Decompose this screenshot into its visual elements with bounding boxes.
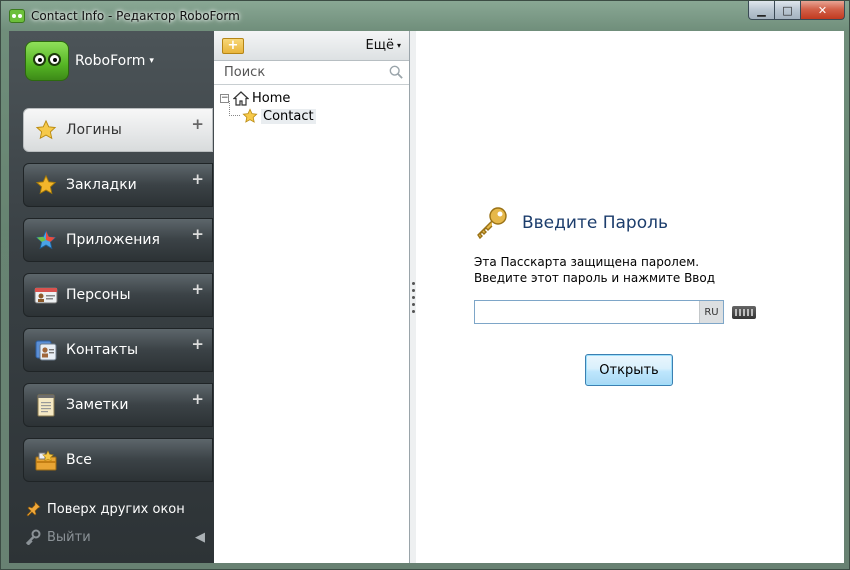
minimize-button[interactable]: ▁ — [748, 1, 775, 20]
contacts-icon — [34, 339, 58, 361]
sidebar-item-identities[interactable]: Персоны + — [23, 273, 213, 317]
chevron-down-icon: ▾ — [149, 56, 154, 66]
app-window: Contact Info - Редактор RoboForm ▁ □ ✕ R… — [0, 0, 850, 570]
folder-tree: − Home Contact — [214, 85, 409, 125]
tree-node-label: Contact — [261, 108, 316, 124]
main-content: Введите Пароль Эта Пасскарта защищена па… — [416, 31, 844, 563]
window-controls: ▁ □ ✕ — [748, 1, 845, 21]
description-line-1: Эта Пасскарта защищена паролем. — [474, 255, 700, 269]
tree-node-contact[interactable]: Contact — [229, 101, 409, 125]
maximize-button[interactable]: □ — [775, 1, 801, 20]
tree-node-label: Home — [252, 90, 291, 106]
add-identity-button[interactable]: + — [191, 280, 204, 298]
sidebar-item-label: Все — [66, 452, 92, 468]
password-prompt-title: Введите Пароль — [522, 213, 668, 233]
keyboard-icon[interactable] — [732, 305, 756, 319]
sidebar-item-applications[interactable]: Приложения + — [23, 218, 213, 262]
search-input[interactable] — [224, 65, 374, 80]
sidebar-item-label: Закладки — [66, 177, 137, 193]
folder-tree-panel: + Ещё ▾ − Home Contact — [214, 31, 410, 563]
password-prompt-description: Эта Пасскарта защищена паролем. Введите … — [474, 254, 794, 286]
window-title: Contact Info - Редактор RoboForm — [31, 9, 240, 23]
chevron-down-icon: ▾ — [396, 41, 401, 50]
add-contact-button[interactable]: + — [191, 335, 204, 353]
password-prompt-header: Введите Пароль — [474, 206, 794, 240]
sidebar-item-logins[interactable]: Логины + — [23, 108, 213, 152]
brand-menu[interactable]: RoboForm ▾ — [25, 41, 154, 81]
star-icon — [34, 174, 58, 196]
sidebar: RoboForm ▾ Логины + Закладки + Приложени… — [9, 31, 214, 563]
close-button[interactable]: ✕ — [801, 1, 845, 20]
password-field[interactable] — [475, 301, 699, 323]
sidebar-item-all[interactable]: Все — [23, 438, 213, 482]
search-icon[interactable] — [389, 65, 403, 79]
search-box — [214, 61, 409, 85]
key-icon — [25, 529, 41, 545]
tree-node-home[interactable]: − Home — [220, 89, 409, 107]
sidebar-item-label: Логины — [66, 122, 122, 138]
add-bookmark-button[interactable]: + — [191, 170, 204, 188]
sidebar-nav: Логины + Закладки + Приложения + Персоны… — [23, 108, 213, 493]
always-on-top-label: Поверх других окон — [47, 501, 185, 517]
roboform-app-icon — [9, 9, 25, 23]
title-bar[interactable]: Contact Info - Редактор RoboForm ▁ □ ✕ — [1, 1, 850, 31]
more-menu-button[interactable]: Ещё ▾ — [366, 38, 401, 53]
more-menu-label: Ещё — [365, 38, 394, 53]
roboform-logo — [25, 41, 69, 81]
sidebar-item-bookmarks[interactable]: Закладки + — [23, 163, 213, 207]
description-line-2: Введите этот пароль и нажмите Ввод — [474, 271, 716, 285]
add-application-button[interactable]: + — [191, 225, 204, 243]
collapse-toggle[interactable]: − — [220, 93, 229, 103]
sidebar-item-label: Контакты — [66, 342, 139, 358]
password-field-wrapper: RU — [474, 300, 724, 324]
apps-star-icon — [34, 229, 58, 251]
star-icon — [242, 108, 258, 124]
always-on-top-toggle[interactable]: Поверх других окон — [25, 501, 185, 517]
star-icon — [34, 119, 58, 141]
id-card-icon — [34, 284, 58, 306]
add-login-button[interactable]: + — [191, 115, 204, 133]
pin-icon — [25, 501, 41, 517]
sidebar-item-label: Заметки — [66, 397, 129, 413]
sidebar-item-contacts[interactable]: Контакты + — [23, 328, 213, 372]
sidebar-item-label: Приложения — [66, 232, 160, 248]
logout-label: Выйти — [47, 529, 91, 545]
open-button[interactable]: Открыть — [585, 354, 673, 386]
all-items-icon — [34, 449, 58, 471]
password-input-row: RU — [474, 300, 794, 324]
password-prompt: Введите Пароль Эта Пасскарта защищена па… — [474, 206, 794, 386]
tree-toolbar: + Ещё ▾ — [214, 31, 409, 61]
key-icon — [477, 207, 507, 240]
brand-name: RoboForm — [75, 53, 146, 69]
keyboard-language-badge: RU — [699, 301, 723, 323]
logout-button[interactable]: Выйти ◀ — [25, 529, 205, 545]
sidebar-item-label: Персоны — [66, 287, 131, 303]
arrow-left-icon: ◀ — [195, 529, 205, 545]
add-note-button[interactable]: + — [191, 390, 204, 408]
notepad-icon — [34, 394, 58, 417]
sidebar-item-notes[interactable]: Заметки + — [23, 383, 213, 427]
new-folder-icon[interactable]: + — [222, 37, 244, 54]
